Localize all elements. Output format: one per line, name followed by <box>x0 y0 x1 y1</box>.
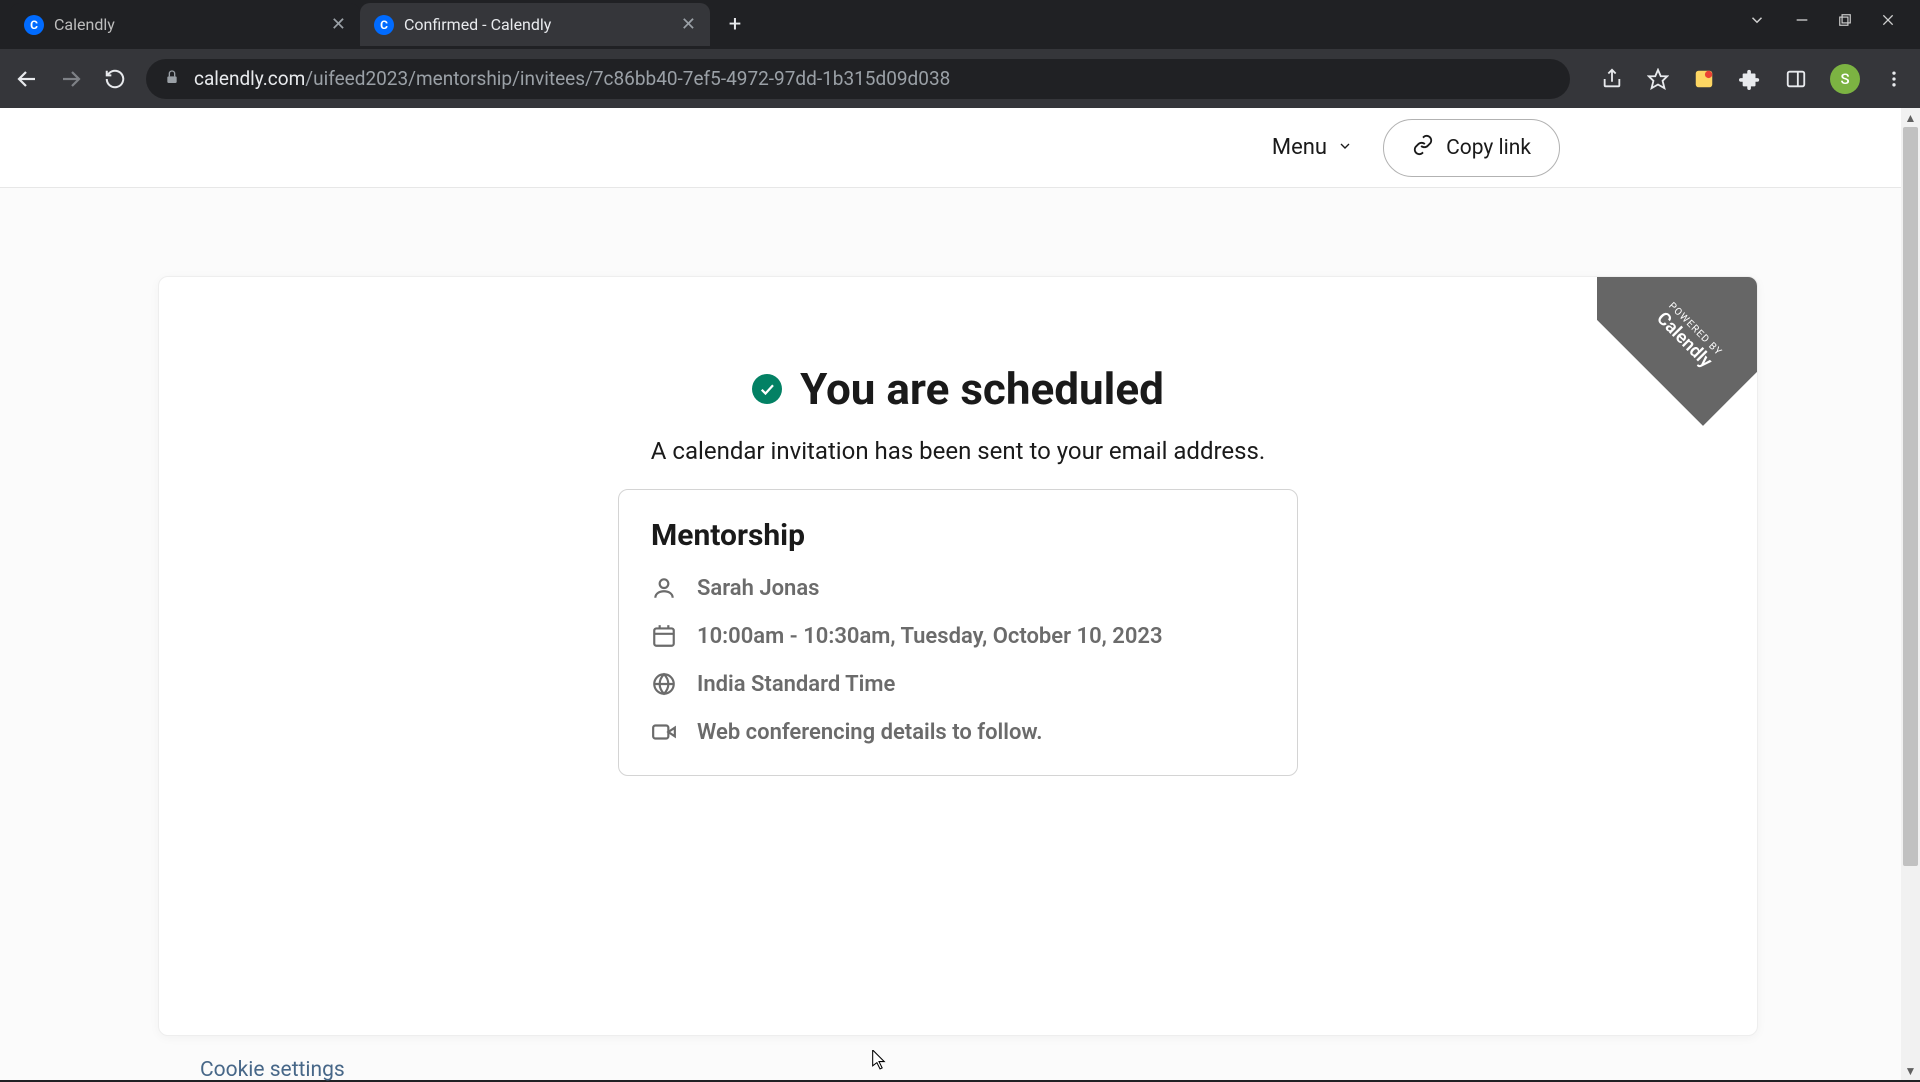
cookie-settings-link[interactable]: Cookie settings <box>200 1058 345 1082</box>
datetime-row: 10:00am - 10:30am, Tuesday, October 10, … <box>651 623 1265 649</box>
tab-strip: C Calendly ✕ C Confirmed - Calendly ✕ + <box>0 0 752 49</box>
copy-link-label: Copy link <box>1446 136 1531 160</box>
menu-button[interactable]: Menu <box>1272 135 1353 160</box>
menu-label: Menu <box>1272 135 1327 160</box>
tab-title: Confirmed - Calendly <box>404 15 671 34</box>
timezone-text: India Standard Time <box>697 672 895 697</box>
mouse-cursor-icon <box>872 1050 886 1070</box>
scrollbar[interactable]: ▲ ▼ <box>1901 108 1920 1080</box>
copy-link-button[interactable]: Copy link <box>1383 119 1560 177</box>
address-bar[interactable]: calendly.com/uifeed2023/mentorship/invit… <box>146 59 1570 99</box>
url-text: calendly.com/uifeed2023/mentorship/invit… <box>194 67 950 90</box>
new-tab-button[interactable]: + <box>718 8 752 42</box>
link-icon <box>1412 134 1434 162</box>
bookmark-star-icon[interactable] <box>1646 67 1670 91</box>
check-circle-icon <box>752 374 782 404</box>
subline-text: A calendar invitation has been sent to y… <box>159 437 1757 465</box>
calendly-favicon-icon: C <box>374 15 394 35</box>
url-host: calendly.com <box>194 67 305 90</box>
scroll-down-icon[interactable]: ▼ <box>1901 1061 1920 1080</box>
location-text: Web conferencing details to follow. <box>697 720 1043 745</box>
reload-button[interactable] <box>102 66 128 92</box>
sidepanel-icon[interactable] <box>1784 67 1808 91</box>
page-body: POWERED BY Calendly You are scheduled A … <box>0 188 1920 1080</box>
confirmation-card: POWERED BY Calendly You are scheduled A … <box>158 276 1758 1036</box>
video-icon <box>651 719 677 745</box>
host-name: Sarah Jonas <box>697 576 819 601</box>
tab-title: Calendly <box>54 15 321 34</box>
browser-titlebar: C Calendly ✕ C Confirmed - Calendly ✕ + <box>0 0 1920 49</box>
event-details: Mentorship Sarah Jonas 10:00am - 10:30am… <box>618 489 1298 776</box>
kebab-menu-icon[interactable] <box>1882 67 1906 91</box>
profile-avatar[interactable]: S <box>1830 64 1860 94</box>
person-icon <box>651 575 677 601</box>
extensions-icon[interactable] <box>1738 67 1762 91</box>
page-viewport: Menu Copy link POWERED BY Calendly <box>0 108 1920 1080</box>
tab-confirmed[interactable]: C Confirmed - Calendly ✕ <box>360 3 710 46</box>
tab-search-icon[interactable] <box>1748 11 1766 29</box>
calendly-favicon-icon: C <box>24 15 44 35</box>
tab-calendly[interactable]: C Calendly ✕ <box>10 3 360 46</box>
minimize-icon[interactable] <box>1794 12 1810 28</box>
globe-icon <box>651 671 677 697</box>
window-controls <box>1724 0 1920 40</box>
close-window-icon[interactable] <box>1880 12 1896 28</box>
browser-toolbar: calendly.com/uifeed2023/mentorship/invit… <box>0 49 1920 108</box>
host-row: Sarah Jonas <box>651 575 1265 601</box>
page-header: Menu Copy link <box>0 108 1920 188</box>
scroll-up-icon[interactable]: ▲ <box>1901 108 1920 127</box>
toolbar-actions: S <box>1588 64 1906 94</box>
back-button[interactable] <box>14 66 40 92</box>
timezone-row: India Standard Time <box>651 671 1265 697</box>
scrollbar-thumb[interactable] <box>1903 127 1918 866</box>
headline-row: You are scheduled <box>159 363 1757 415</box>
badge-small-text: POWERED BY <box>1638 277 1752 386</box>
datetime-text: 10:00am - 10:30am, Tuesday, October 10, … <box>697 624 1163 649</box>
avatar-letter: S <box>1840 70 1849 88</box>
maximize-icon[interactable] <box>1838 13 1852 27</box>
headline-text: You are scheduled <box>800 363 1164 415</box>
chevron-down-icon <box>1337 135 1353 160</box>
powered-by-badge[interactable]: POWERED BY Calendly <box>1597 277 1757 437</box>
lock-icon <box>164 67 180 90</box>
badge-big-text: Calendly <box>1624 280 1744 400</box>
event-title: Mentorship <box>651 518 1265 553</box>
close-tab-icon[interactable]: ✕ <box>331 14 346 35</box>
location-row: Web conferencing details to follow. <box>651 719 1265 745</box>
calendar-icon <box>651 623 677 649</box>
extension-badge-icon[interactable] <box>1692 67 1716 91</box>
close-tab-icon[interactable]: ✕ <box>681 14 696 35</box>
forward-button[interactable] <box>58 66 84 92</box>
url-path: /uifeed2023/mentorship/invitees/7c86bb40… <box>305 67 950 90</box>
share-icon[interactable] <box>1600 67 1624 91</box>
